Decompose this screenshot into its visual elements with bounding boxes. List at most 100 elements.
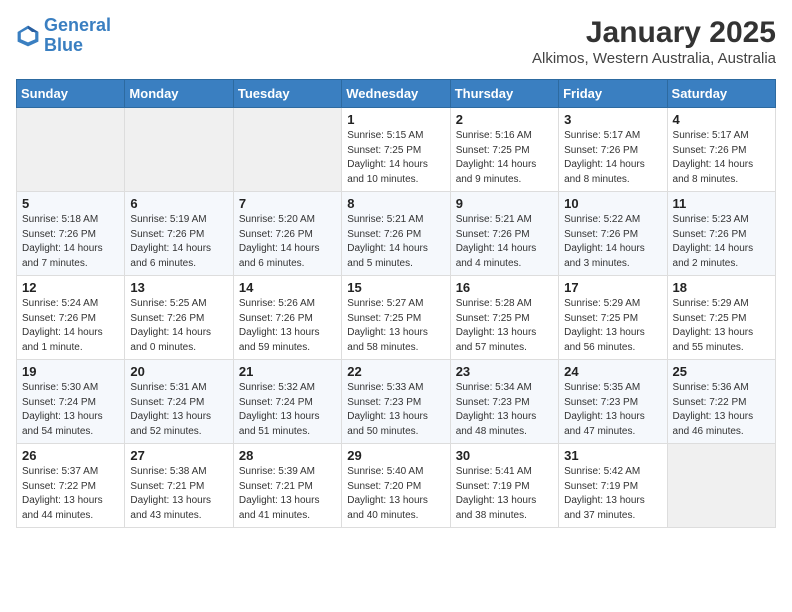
day-info: Sunrise: 5:25 AMSunset: 7:26 PMDaylight:… (130, 297, 227, 355)
calendar-cell: 2 Sunrise: 5:16 AMSunset: 7:25 PMDaylight… (450, 108, 558, 192)
calendar-cell: 12 Sunrise: 5:24 AMSunset: 7:26 PMDayligh… (17, 276, 125, 360)
calendar-cell: 10 Sunrise: 5:22 AMSunset: 7:26 PMDayligh… (559, 192, 667, 276)
day-info: Sunrise: 5:37 AMSunset: 7:22 PMDaylight:… (22, 465, 119, 523)
calendar-cell: 28 Sunrise: 5:39 AMSunset: 7:21 PMDayligh… (233, 444, 341, 528)
calendar-cell (125, 108, 233, 192)
day-number: 26 (22, 448, 119, 463)
day-number: 8 (347, 196, 444, 211)
calendar-cell: 26 Sunrise: 5:37 AMSunset: 7:22 PMDayligh… (17, 444, 125, 528)
calendar-cell: 14Sunrise: 5:26 AMSunset: 7:26 PMDayligh… (233, 276, 341, 360)
calendar-cell: 11 Sunrise: 5:23 AMSunset: 7:26 PMDayligh… (667, 192, 775, 276)
day-number: 15 (347, 280, 444, 295)
calendar-cell: 16 Sunrise: 5:28 AMSunset: 7:25 PMDayligh… (450, 276, 558, 360)
calendar-cell: 4Sunrise: 5:17 AMSunset: 7:26 PMDaylight… (667, 108, 775, 192)
logo-icon (16, 24, 40, 48)
calendar-cell: 7 Sunrise: 5:20 AMSunset: 7:26 PMDaylight… (233, 192, 341, 276)
calendar-week-row: 1 Sunrise: 5:15 AMSunset: 7:25 PMDaylight… (17, 108, 776, 192)
day-info: Sunrise: 5:35 AMSunset: 7:23 PMDaylight:… (564, 381, 661, 439)
day-info: Sunrise: 5:16 AMSunset: 7:25 PMDaylight:… (456, 129, 553, 187)
day-number: 29 (347, 448, 444, 463)
day-info: Sunrise: 5:19 AMSunset: 7:26 PMDaylight:… (130, 213, 227, 271)
calendar-cell: 23 Sunrise: 5:34 AMSunset: 7:23 PMDayligh… (450, 360, 558, 444)
day-number: 19 (22, 364, 119, 379)
calendar-cell: 1 Sunrise: 5:15 AMSunset: 7:25 PMDaylight… (342, 108, 450, 192)
calendar-cell: 25Sunrise: 5:36 AMSunset: 7:22 PMDayligh… (667, 360, 775, 444)
day-number: 18 (673, 280, 770, 295)
day-info: Sunrise: 5:33 AMSunset: 7:23 PMDaylight:… (347, 381, 444, 439)
calendar-cell: 21 Sunrise: 5:32 AMSunset: 7:24 PMDayligh… (233, 360, 341, 444)
day-info: Sunrise: 5:17 AMSunset: 7:26 PMDaylight:… (673, 129, 770, 187)
day-info: Sunrise: 5:28 AMSunset: 7:25 PMDaylight:… (456, 297, 553, 355)
day-info: Sunrise: 5:34 AMSunset: 7:23 PMDaylight:… (456, 381, 553, 439)
location-title: Alkimos, Western Australia, Australia (532, 50, 776, 67)
header: General Blue January 2025 Alkimos, Weste… (16, 16, 776, 67)
day-number: 7 (239, 196, 336, 211)
calendar-cell: 19Sunrise: 5:30 AMSunset: 7:24 PMDayligh… (17, 360, 125, 444)
day-info: Sunrise: 5:39 AMSunset: 7:21 PMDaylight:… (239, 465, 336, 523)
day-info: Sunrise: 5:27 AMSunset: 7:25 PMDaylight:… (347, 297, 444, 355)
day-info: Sunrise: 5:38 AMSunset: 7:21 PMDaylight:… (130, 465, 227, 523)
calendar-cell: 20Sunrise: 5:31 AMSunset: 7:24 PMDayligh… (125, 360, 233, 444)
calendar-cell: 15 Sunrise: 5:27 AMSunset: 7:25 PMDayligh… (342, 276, 450, 360)
weekday-header-monday: Monday (125, 80, 233, 108)
calendar-cell: 22 Sunrise: 5:33 AMSunset: 7:23 PMDayligh… (342, 360, 450, 444)
day-number: 14 (239, 280, 336, 295)
day-number: 2 (456, 112, 553, 127)
calendar-cell: 27 Sunrise: 5:38 AMSunset: 7:21 PMDayligh… (125, 444, 233, 528)
day-info: Sunrise: 5:15 AMSunset: 7:25 PMDaylight:… (347, 129, 444, 187)
weekday-header-wednesday: Wednesday (342, 80, 450, 108)
calendar-cell: 24 Sunrise: 5:35 AMSunset: 7:23 PMDayligh… (559, 360, 667, 444)
day-info: Sunrise: 5:18 AMSunset: 7:26 PMDaylight:… (22, 213, 119, 271)
day-number: 16 (456, 280, 553, 295)
day-info: Sunrise: 5:32 AMSunset: 7:24 PMDaylight:… (239, 381, 336, 439)
day-number: 27 (130, 448, 227, 463)
day-number: 24 (564, 364, 661, 379)
calendar-cell: 13 Sunrise: 5:25 AMSunset: 7:26 PMDayligh… (125, 276, 233, 360)
calendar-cell: 30 Sunrise: 5:41 AMSunset: 7:19 PMDayligh… (450, 444, 558, 528)
day-number: 28 (239, 448, 336, 463)
calendar-cell: 8Sunrise: 5:21 AMSunset: 7:26 PMDaylight… (342, 192, 450, 276)
day-number: 11 (673, 196, 770, 211)
day-info: Sunrise: 5:23 AMSunset: 7:26 PMDaylight:… (673, 213, 770, 271)
calendar-week-row: 19Sunrise: 5:30 AMSunset: 7:24 PMDayligh… (17, 360, 776, 444)
calendar-cell: 18Sunrise: 5:29 AMSunset: 7:25 PMDayligh… (667, 276, 775, 360)
day-number: 3 (564, 112, 661, 127)
day-info: Sunrise: 5:24 AMSunset: 7:26 PMDaylight:… (22, 297, 119, 355)
month-title: January 2025 (532, 16, 776, 50)
day-info: Sunrise: 5:21 AMSunset: 7:26 PMDaylight:… (456, 213, 553, 271)
day-number: 1 (347, 112, 444, 127)
day-number: 10 (564, 196, 661, 211)
day-number: 12 (22, 280, 119, 295)
day-info: Sunrise: 5:20 AMSunset: 7:26 PMDaylight:… (239, 213, 336, 271)
weekday-header-saturday: Saturday (667, 80, 775, 108)
day-info: Sunrise: 5:22 AMSunset: 7:26 PMDaylight:… (564, 213, 661, 271)
calendar-cell: 3Sunrise: 5:17 AMSunset: 7:26 PMDaylight… (559, 108, 667, 192)
calendar-table: SundayMondayTuesdayWednesdayThursdayFrid… (16, 79, 776, 528)
day-number: 25 (673, 364, 770, 379)
calendar-cell: 29 Sunrise: 5:40 AMSunset: 7:20 PMDayligh… (342, 444, 450, 528)
calendar-cell: 9 Sunrise: 5:21 AMSunset: 7:26 PMDaylight… (450, 192, 558, 276)
calendar-cell: 5 Sunrise: 5:18 AMSunset: 7:26 PMDaylight… (17, 192, 125, 276)
calendar-week-row: 5 Sunrise: 5:18 AMSunset: 7:26 PMDaylight… (17, 192, 776, 276)
logo-line1: General (44, 15, 111, 35)
day-number: 30 (456, 448, 553, 463)
day-info: Sunrise: 5:40 AMSunset: 7:20 PMDaylight:… (347, 465, 444, 523)
day-number: 9 (456, 196, 553, 211)
day-number: 23 (456, 364, 553, 379)
day-number: 21 (239, 364, 336, 379)
weekday-header-row: SundayMondayTuesdayWednesdayThursdayFrid… (17, 80, 776, 108)
calendar-cell: 17Sunrise: 5:29 AMSunset: 7:25 PMDayligh… (559, 276, 667, 360)
day-info: Sunrise: 5:41 AMSunset: 7:19 PMDaylight:… (456, 465, 553, 523)
calendar-cell (233, 108, 341, 192)
logo-line2: Blue (44, 35, 83, 55)
calendar-cell (667, 444, 775, 528)
day-info: Sunrise: 5:31 AMSunset: 7:24 PMDaylight:… (130, 381, 227, 439)
weekday-header-sunday: Sunday (17, 80, 125, 108)
weekday-header-friday: Friday (559, 80, 667, 108)
day-number: 22 (347, 364, 444, 379)
day-number: 5 (22, 196, 119, 211)
day-number: 13 (130, 280, 227, 295)
day-number: 6 (130, 196, 227, 211)
day-number: 17 (564, 280, 661, 295)
calendar-week-row: 12 Sunrise: 5:24 AMSunset: 7:26 PMDayligh… (17, 276, 776, 360)
